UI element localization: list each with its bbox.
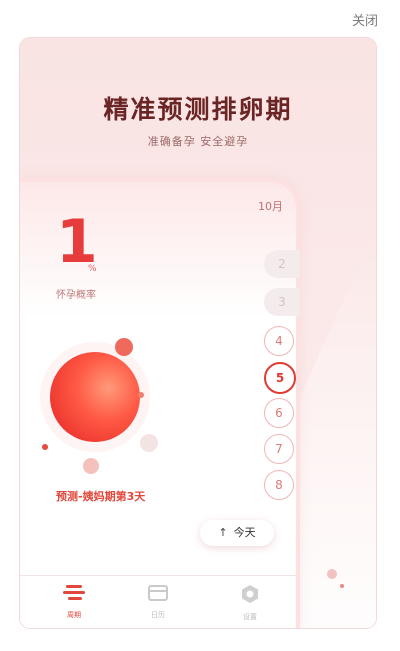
today-button[interactable]: ↑ 今天	[200, 520, 274, 546]
nav-label: 日历	[151, 611, 165, 619]
close-button[interactable]: 关闭	[352, 10, 378, 29]
phone-screen-preview: 10月 1 % 怀孕概率 预测-姨妈期第3天 2 3 4 5 6 7 8 ↑ 今天	[20, 182, 300, 628]
day-item[interactable]: 6	[264, 398, 294, 428]
nav-label: 设置	[243, 613, 257, 621]
day-item[interactable]: 8	[264, 470, 294, 500]
promo-headline: 精准预测排卵期	[103, 95, 293, 124]
promo-subtitle: 准确备孕 安全避孕	[147, 135, 249, 148]
bubble	[83, 458, 99, 474]
status-text: 预测-姨妈期第3天	[56, 490, 146, 503]
cycle-orb	[50, 352, 140, 442]
bubble	[115, 338, 133, 356]
bubble	[140, 434, 158, 452]
nav-item-cycle[interactable]: 周期	[54, 584, 94, 620]
bubble	[138, 392, 144, 398]
nav-item-calendar[interactable]: 日历	[138, 584, 178, 620]
probability-label: 怀孕概率	[56, 290, 96, 301]
day-item-selected[interactable]: 5	[264, 362, 296, 394]
settings-icon	[242, 585, 258, 603]
probability-value: 1	[56, 207, 98, 277]
day-item[interactable]: 4	[264, 326, 294, 356]
day-item[interactable]: 2	[264, 250, 300, 278]
month-label: 10月	[258, 200, 283, 213]
day-item[interactable]: 3	[264, 288, 300, 316]
bubble	[42, 444, 48, 450]
probability-unit: %	[88, 264, 97, 274]
arrow-up-icon: ↑	[218, 526, 228, 539]
today-label: 今天	[233, 526, 256, 539]
bottom-nav: 周期 日历 设置	[20, 575, 296, 628]
nav-item-settings[interactable]: 设置	[230, 584, 270, 622]
nav-label: 周期	[67, 611, 81, 619]
decor-dot	[340, 584, 344, 588]
day-item[interactable]: 7	[264, 434, 294, 464]
decor-dot	[327, 569, 337, 579]
calendar-icon	[148, 585, 168, 601]
cycle-icon	[63, 585, 85, 600]
promo-card: 精准预测排卵期 准确备孕 安全避孕 10月 1 % 怀孕概率 预测-姨妈期第3天…	[20, 38, 376, 628]
